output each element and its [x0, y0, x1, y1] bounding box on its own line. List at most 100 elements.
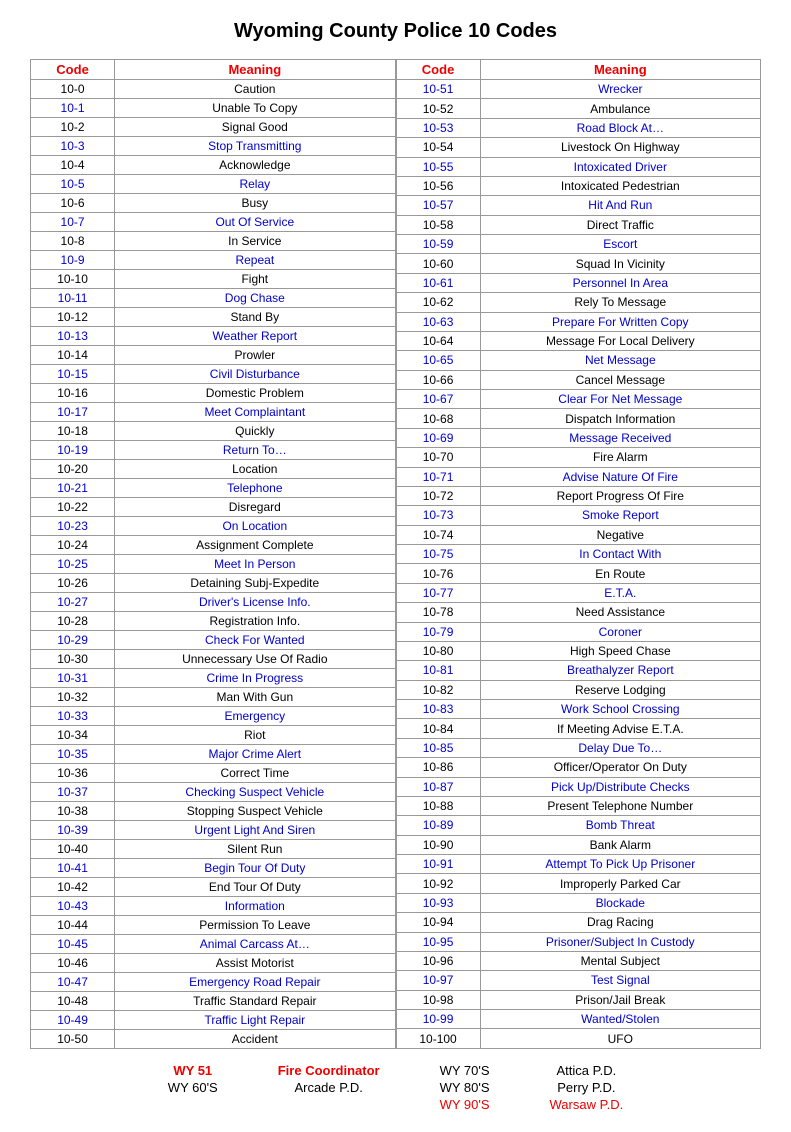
tables-container: Code Meaning 10-0 Caution 10-1 Unable To…	[30, 59, 761, 1049]
table-row: 10-24 Assignment Complete	[31, 536, 396, 555]
table-row: 10-69 Message Received	[396, 428, 761, 447]
meaning-cell: Check For Wanted	[115, 631, 395, 650]
code-cell: 10-92	[396, 874, 480, 893]
table-row: 10-38 Stopping Suspect Vehicle	[31, 802, 396, 821]
footer-col3: WY 70'S WY 80'S WY 90'S	[440, 1063, 490, 1112]
meaning-cell: Begin Tour Of Duty	[115, 859, 395, 878]
code-cell: 10-76	[396, 564, 480, 583]
table-row: 10-85 Delay Due To…	[396, 738, 761, 757]
meaning-cell: Major Crime Alert	[115, 745, 395, 764]
table-row: 10-9 Repeat	[31, 251, 396, 270]
meaning-cell: Busy	[115, 194, 395, 213]
left-header-meaning: Meaning	[115, 60, 395, 80]
table-row: 10-21 Telephone	[31, 479, 396, 498]
code-cell: 10-38	[31, 802, 115, 821]
table-row: 10-80 High Speed Chase	[396, 641, 761, 660]
footer-wy80s: WY 80'S	[440, 1080, 490, 1095]
meaning-cell: Smoke Report	[480, 506, 760, 525]
code-cell: 10-42	[31, 878, 115, 897]
meaning-cell: E.T.A.	[480, 583, 760, 602]
meaning-cell: If Meeting Advise E.T.A.	[480, 719, 760, 738]
meaning-cell: Man With Gun	[115, 688, 395, 707]
meaning-cell: Accident	[115, 1030, 395, 1049]
code-cell: 10-6	[31, 194, 115, 213]
code-cell: 10-78	[396, 603, 480, 622]
table-row: 10-98 Prison/Jail Break	[396, 990, 761, 1009]
table-row: 10-94 Drag Racing	[396, 913, 761, 932]
meaning-cell: Emergency	[115, 707, 395, 726]
meaning-cell: Detaining Subj-Expedite	[115, 574, 395, 593]
table-row: 10-15 Civil Disturbance	[31, 365, 396, 384]
table-row: 10-13 Weather Report	[31, 327, 396, 346]
meaning-cell: Crime In Progress	[115, 669, 395, 688]
code-cell: 10-82	[396, 680, 480, 699]
code-cell: 10-98	[396, 990, 480, 1009]
code-cell: 10-89	[396, 816, 480, 835]
code-cell: 10-44	[31, 916, 115, 935]
meaning-cell: Meet In Person	[115, 555, 395, 574]
meaning-cell: In Contact With	[480, 545, 760, 564]
table-row: 10-100 UFO	[396, 1029, 761, 1049]
code-cell: 10-67	[396, 390, 480, 409]
meaning-cell: UFO	[480, 1029, 760, 1049]
code-cell: 10-94	[396, 913, 480, 932]
table-row: 10-3 Stop Transmitting	[31, 137, 396, 156]
code-cell: 10-100	[396, 1029, 480, 1049]
table-row: 10-14 Prowler	[31, 346, 396, 365]
code-cell: 10-2	[31, 118, 115, 137]
footer-col4: Attica P.D. Perry P.D. Warsaw P.D.	[550, 1063, 624, 1112]
meaning-cell: Prowler	[115, 346, 395, 365]
table-row: 10-63 Prepare For Written Copy	[396, 312, 761, 331]
table-row: 10-52 Ambulance	[396, 99, 761, 118]
table-row: 10-20 Location	[31, 460, 396, 479]
table-row: 10-82 Reserve Lodging	[396, 680, 761, 699]
code-cell: 10-10	[31, 270, 115, 289]
left-header-code: Code	[31, 60, 115, 80]
table-row: 10-60 Squad In Vicinity	[396, 254, 761, 273]
code-cell: 10-22	[31, 498, 115, 517]
meaning-cell: Test Signal	[480, 971, 760, 990]
table-row: 10-45 Animal Carcass At…	[31, 935, 396, 954]
footer-fire-coordinator: Fire Coordinator	[278, 1063, 380, 1078]
code-cell: 10-61	[396, 273, 480, 292]
code-cell: 10-74	[396, 525, 480, 544]
meaning-cell: Stand By	[115, 308, 395, 327]
meaning-cell: Prison/Jail Break	[480, 990, 760, 1009]
table-row: 10-8 In Service	[31, 232, 396, 251]
meaning-cell: Work School Crossing	[480, 700, 760, 719]
code-cell: 10-16	[31, 384, 115, 403]
meaning-cell: Dispatch Information	[480, 409, 760, 428]
code-cell: 10-71	[396, 467, 480, 486]
meaning-cell: Stopping Suspect Vehicle	[115, 802, 395, 821]
meaning-cell: Need Assistance	[480, 603, 760, 622]
meaning-cell: Assignment Complete	[115, 536, 395, 555]
code-cell: 10-91	[396, 855, 480, 874]
meaning-cell: Caution	[115, 80, 395, 99]
meaning-cell: Signal Good	[115, 118, 395, 137]
meaning-cell: Prepare For Written Copy	[480, 312, 760, 331]
code-cell: 10-28	[31, 612, 115, 631]
table-row: 10-75 In Contact With	[396, 545, 761, 564]
table-row: 10-70 Fire Alarm	[396, 448, 761, 467]
code-cell: 10-51	[396, 80, 480, 99]
table-row: 10-43 Information	[31, 897, 396, 916]
meaning-cell: Riot	[115, 726, 395, 745]
code-cell: 10-81	[396, 661, 480, 680]
meaning-cell: Checking Suspect Vehicle	[115, 783, 395, 802]
table-row: 10-83 Work School Crossing	[396, 700, 761, 719]
table-row: 10-6 Busy	[31, 194, 396, 213]
meaning-cell: Permission To Leave	[115, 916, 395, 935]
table-row: 10-89 Bomb Threat	[396, 816, 761, 835]
meaning-cell: Acknowledge	[115, 156, 395, 175]
table-row: 10-84 If Meeting Advise E.T.A.	[396, 719, 761, 738]
table-row: 10-10 Fight	[31, 270, 396, 289]
footer: WY 51 WY 60'S Fire Coordinator Arcade P.…	[30, 1063, 761, 1112]
code-cell: 10-75	[396, 545, 480, 564]
meaning-cell: Unnecessary Use Of Radio	[115, 650, 395, 669]
meaning-cell: Silent Run	[115, 840, 395, 859]
meaning-cell: Relay	[115, 175, 395, 194]
meaning-cell: Net Message	[480, 351, 760, 370]
meaning-cell: Road Block At…	[480, 118, 760, 137]
meaning-cell: On Location	[115, 517, 395, 536]
meaning-cell: Repeat	[115, 251, 395, 270]
